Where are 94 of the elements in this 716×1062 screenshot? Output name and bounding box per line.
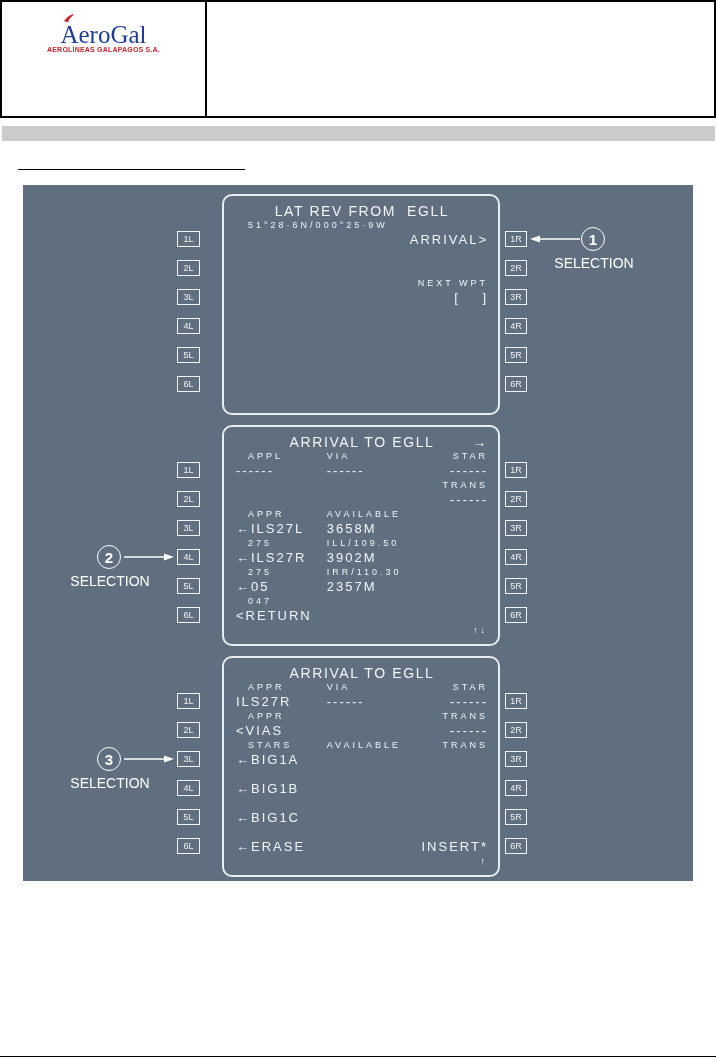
line-select-key[interactable]: 6L xyxy=(177,838,200,855)
display-text: ILS27R xyxy=(236,694,292,709)
display-text: <VIAS xyxy=(236,723,284,738)
line-select-key[interactable]: 3L xyxy=(177,520,200,537)
display-text: ------ xyxy=(450,492,488,507)
line-select-key[interactable]: 2L xyxy=(177,722,200,739)
display-text: 275 xyxy=(247,537,273,548)
bird-icon xyxy=(63,13,75,23)
line-select-key[interactable]: 3R xyxy=(505,289,527,306)
line-select-key[interactable]: 4L xyxy=(177,318,200,335)
line-select-key[interactable]: 4R xyxy=(505,318,527,335)
display-text: 047 xyxy=(247,595,273,606)
line-select-key[interactable]: 1L xyxy=(177,693,200,710)
display-text: ------ xyxy=(326,463,365,478)
display-text: TRANS xyxy=(442,710,488,721)
line-select-key[interactable]: 1R xyxy=(505,693,527,710)
line-select-key[interactable]: 2R xyxy=(505,722,527,739)
display-text: 3902M xyxy=(326,550,377,565)
display-text: [ ] xyxy=(454,290,488,305)
line-select-key[interactable]: 6R xyxy=(505,607,527,624)
display-text: VIA xyxy=(326,681,351,692)
display-text: 275 xyxy=(247,566,273,577)
display-text: APPR xyxy=(247,508,285,519)
line-select-key[interactable]: 1L xyxy=(177,462,200,479)
line-select-key[interactable]: 6R xyxy=(505,838,527,855)
display-text: APPR xyxy=(247,710,285,721)
display-text: ------ xyxy=(450,463,488,478)
line-select-key[interactable]: 1L xyxy=(177,231,200,248)
line-select-key[interactable]: 4R xyxy=(505,780,527,797)
display-text: ←ERASE xyxy=(236,839,306,854)
display-text: ILL/109.50 xyxy=(326,537,400,548)
display-text: STARS xyxy=(247,739,293,750)
display-text: VIA xyxy=(326,450,351,461)
line-select-key[interactable]: 1R xyxy=(505,462,527,479)
callout-arrow xyxy=(123,754,175,765)
display-text: TRANS xyxy=(442,479,488,490)
line-select-key[interactable]: 4R xyxy=(505,549,527,566)
display-text: ------ xyxy=(450,694,488,709)
display-text: AVAILABLE xyxy=(326,739,401,750)
line-select-key[interactable]: 2R xyxy=(505,491,527,508)
display-text: 3658M xyxy=(326,521,377,536)
display-text: → xyxy=(472,434,488,450)
line-select-key[interactable]: 3L xyxy=(177,289,200,306)
line-select-key[interactable]: 2R xyxy=(505,260,527,277)
line-select-key[interactable]: 3R xyxy=(505,751,527,768)
display-text: ------ xyxy=(236,463,274,478)
display-text: ←05 xyxy=(236,579,270,594)
display-text: ↑ xyxy=(480,855,488,866)
callout-label: SELECTION xyxy=(70,775,150,792)
display-text: IRR/110.30 xyxy=(326,566,402,577)
display-text: ↑↓ xyxy=(473,624,488,635)
line-select-key[interactable]: 6R xyxy=(505,376,527,393)
callout-label: SELECTION xyxy=(554,255,634,272)
display-text: ARRIVAL> xyxy=(409,232,488,247)
line-select-key[interactable]: 2L xyxy=(177,260,200,277)
display-text: ------ xyxy=(326,694,365,709)
display-text: ←BIG1B xyxy=(236,781,300,796)
display-text: NEXT WPT xyxy=(417,277,488,288)
line-select-key[interactable]: 6L xyxy=(177,607,200,624)
display-text: 51°28·6N/000°25·9W xyxy=(247,219,388,230)
display-text: ARRIVAL TO EGLL xyxy=(289,434,435,450)
display-text: APPR xyxy=(247,681,285,692)
line-select-key[interactable]: 5L xyxy=(177,809,200,826)
line-select-key[interactable]: 4L xyxy=(177,780,200,797)
callout-label: SELECTION xyxy=(70,573,150,590)
line-select-key[interactable]: 5L xyxy=(177,347,200,364)
line-select-key[interactable]: 2L xyxy=(177,491,200,508)
line-select-key[interactable]: 5R xyxy=(505,809,527,826)
display-text: ←ILS27L xyxy=(236,521,305,536)
callout-arrow xyxy=(529,234,581,245)
display-text: 2357M xyxy=(326,579,377,594)
line-select-key[interactable]: 3R xyxy=(505,520,527,537)
line-select-key[interactable]: 4L xyxy=(177,549,200,566)
display-text: <RETURN xyxy=(236,608,312,623)
display-text: STAR xyxy=(452,450,488,461)
line-select-key[interactable]: 3L xyxy=(177,751,200,768)
callout-arrow xyxy=(123,552,175,563)
display-text: ←ILS27R xyxy=(236,550,307,565)
display-text: INSERT* xyxy=(421,839,488,854)
display-text: APPL xyxy=(247,450,283,461)
display-text: ←BIG1C xyxy=(236,810,300,825)
line-select-key[interactable]: 5R xyxy=(505,578,527,595)
display-text: ARRIVAL TO EGLL xyxy=(289,665,435,681)
display-text: TRANS xyxy=(442,739,488,750)
display-text: LAT REV FROM EGLL xyxy=(274,203,450,219)
line-select-key[interactable]: 5R xyxy=(505,347,527,364)
display-text: ←BIG1A xyxy=(236,752,300,767)
logo-wordmark: AeroGal xyxy=(60,24,147,46)
display-text: ------ xyxy=(450,723,488,738)
line-select-key[interactable]: 5L xyxy=(177,578,200,595)
display-text: STAR xyxy=(452,681,488,692)
line-select-key[interactable]: 6L xyxy=(177,376,200,393)
display-text: AVAILABLE xyxy=(326,508,401,519)
line-select-key[interactable]: 1R xyxy=(505,231,527,248)
